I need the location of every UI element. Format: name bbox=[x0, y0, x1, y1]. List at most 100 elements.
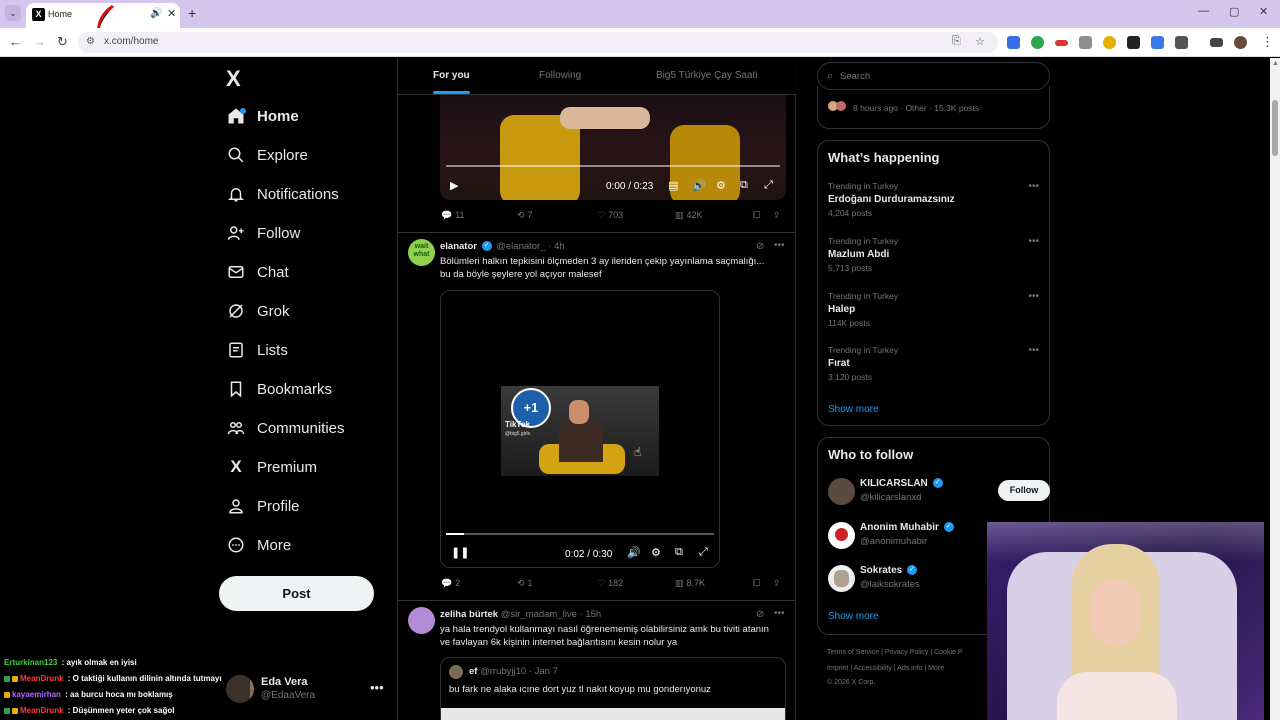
tab-search-icon[interactable]: ⌄ bbox=[5, 5, 21, 21]
tweet-author-name[interactable]: elanator bbox=[440, 241, 477, 252]
footer-links[interactable]: Imprint | Accessibility | Ads info | Mor… bbox=[827, 665, 1007, 672]
extension-icon[interactable] bbox=[1103, 36, 1116, 49]
translate-extension-icon[interactable] bbox=[1007, 36, 1020, 49]
footer-links[interactable]: Terms of Service | Privacy Policy | Cook… bbox=[827, 649, 1007, 656]
reply-button[interactable]: 💬 11 bbox=[441, 210, 465, 221]
settings-icon[interactable]: ⚙ bbox=[651, 546, 661, 559]
extension-icon[interactable] bbox=[1055, 40, 1068, 46]
nav-chat[interactable]: Chat bbox=[226, 258, 289, 286]
grok-icon[interactable]: ⊘ bbox=[756, 241, 764, 252]
media-control-icon[interactable] bbox=[1210, 38, 1223, 47]
pip-icon[interactable]: ⧉ bbox=[740, 179, 748, 192]
repost-button[interactable]: ⟲ 1 bbox=[517, 578, 533, 589]
like-button[interactable]: ♡ 182 bbox=[597, 578, 623, 589]
tweet-author-name[interactable]: zeliha bürtek bbox=[440, 609, 498, 620]
trending-card[interactable]: 8 hours ago · Other · 15.3K posts bbox=[817, 86, 1050, 129]
extension-icon[interactable] bbox=[1127, 36, 1140, 49]
more-options-icon[interactable]: ••• bbox=[1028, 291, 1039, 302]
search-input[interactable]: ⌕ Search bbox=[817, 62, 1050, 90]
share-icon[interactable]: ⇪ bbox=[773, 210, 781, 221]
follow-suggestion[interactable]: KILICARSLAN ✓ @kilicarslanxd Follow bbox=[828, 476, 1050, 508]
window-minimize-button[interactable]: — bbox=[1198, 5, 1209, 17]
address-bar[interactable]: ⚙ x.com/home ⎘ ☆ bbox=[78, 32, 998, 53]
play-icon[interactable]: ▶ bbox=[450, 179, 458, 192]
nav-more[interactable]: More bbox=[226, 531, 291, 559]
trend-item[interactable]: Trending in Turkey Fırat 3,120 posts ••• bbox=[828, 345, 1043, 382]
show-more-link[interactable]: Show more bbox=[828, 611, 879, 622]
more-options-icon[interactable]: ••• bbox=[1028, 345, 1039, 356]
nav-grok[interactable]: Grok bbox=[226, 297, 290, 325]
nav-bookmarks[interactable]: Bookmarks bbox=[226, 375, 332, 403]
extensions-puzzle-icon[interactable] bbox=[1175, 36, 1188, 49]
window-maximize-button[interactable]: ▢ bbox=[1229, 5, 1239, 18]
views-button[interactable]: ▥ 42K bbox=[675, 210, 703, 221]
pause-icon[interactable]: ❚❚ bbox=[451, 546, 469, 559]
back-arrow-icon[interactable]: ← bbox=[9, 34, 22, 49]
volume-icon[interactable]: 🔊 bbox=[627, 546, 641, 559]
settings-icon[interactable]: ⚙ bbox=[716, 179, 726, 192]
scrollbar-thumb[interactable] bbox=[1272, 100, 1278, 156]
browser-tab-home[interactable]: X Home 🔊 ✕ bbox=[26, 3, 180, 34]
x-logo-icon[interactable]: X bbox=[226, 66, 241, 92]
tab-close-icon[interactable]: ✕ bbox=[167, 7, 176, 20]
bookmark-star-icon[interactable]: ☆ bbox=[975, 35, 985, 48]
tab-audio-icon[interactable]: 🔊 bbox=[150, 8, 162, 19]
account-name[interactable]: Eda Vera bbox=[261, 676, 307, 688]
reload-icon[interactable]: ↻ bbox=[57, 34, 68, 50]
nav-home[interactable]: Home bbox=[226, 102, 299, 130]
volume-icon[interactable]: 🔊 bbox=[692, 179, 706, 192]
captions-icon[interactable]: ▤ bbox=[668, 179, 678, 192]
like-button[interactable]: ♡ 703 bbox=[597, 210, 623, 221]
grok-icon[interactable]: ⊘ bbox=[756, 609, 764, 620]
nav-communities[interactable]: Communities bbox=[226, 414, 345, 442]
video-player[interactable]: +1 TikTok @big5.girls ☝ ❚❚ 0:02 / 0:30 🔊… bbox=[440, 290, 720, 568]
browser-menu-icon[interactable]: ⋮ bbox=[1261, 34, 1274, 50]
fullscreen-icon[interactable]: ⤢ bbox=[699, 546, 708, 559]
share-icon[interactable]: ⇪ bbox=[773, 578, 781, 589]
trend-item[interactable]: Trending in Turkey Mazlum Abdi 5,713 pos… bbox=[828, 236, 1043, 273]
bookmark-icon[interactable]: ⧠ bbox=[753, 210, 760, 221]
repost-button[interactable]: ⟲ 7 bbox=[517, 210, 533, 221]
page-scrollbar[interactable]: ▲ bbox=[1270, 58, 1280, 720]
more-options-icon[interactable]: ••• bbox=[1028, 181, 1039, 192]
show-more-link[interactable]: Show more bbox=[828, 404, 879, 415]
avatar[interactable]: wait what bbox=[408, 239, 435, 266]
tab-big5[interactable]: Big5 Türkiye Çay Saati bbox=[656, 70, 758, 81]
fullscreen-icon[interactable]: ⤢ bbox=[764, 179, 773, 192]
nav-profile[interactable]: Profile bbox=[226, 492, 300, 520]
trend-item[interactable]: Trending in Turkey Erdoğanı Durduramazsı… bbox=[828, 181, 1043, 218]
nav-premium[interactable]: X Premium bbox=[226, 453, 317, 481]
trend-item[interactable]: Trending in Turkey Halep 114K posts ••• bbox=[828, 291, 1043, 328]
extension-icon[interactable] bbox=[1079, 36, 1092, 49]
forward-arrow-icon[interactable]: → bbox=[33, 34, 46, 49]
window-close-button[interactable]: ✕ bbox=[1259, 5, 1268, 18]
pip-icon[interactable]: ⧉ bbox=[675, 546, 683, 559]
extension-icon[interactable] bbox=[1151, 36, 1164, 49]
bookmark-icon[interactable]: ⧠ bbox=[753, 578, 760, 589]
views-button[interactable]: ▥ 8.7K bbox=[675, 578, 705, 589]
new-tab-button[interactable]: + bbox=[188, 5, 196, 21]
tab-following[interactable]: Following bbox=[539, 70, 581, 81]
more-options-icon[interactable]: ••• bbox=[774, 608, 785, 619]
post-button[interactable]: Post bbox=[219, 576, 374, 611]
nav-notifications[interactable]: Notifications bbox=[226, 180, 339, 208]
follow-button[interactable]: Follow bbox=[998, 480, 1050, 501]
install-app-icon[interactable]: ⎘ bbox=[952, 35, 961, 48]
video-progress-bar[interactable] bbox=[446, 165, 780, 167]
shield-extension-icon[interactable] bbox=[1031, 36, 1044, 49]
nav-lists[interactable]: Lists bbox=[226, 336, 288, 364]
nav-follow[interactable]: Follow bbox=[226, 219, 300, 247]
site-info-icon[interactable]: ⚙ bbox=[86, 36, 95, 47]
profile-avatar-icon[interactable] bbox=[1234, 36, 1247, 49]
account-more-icon[interactable]: ••• bbox=[370, 680, 384, 695]
tab-for-you[interactable]: For you bbox=[433, 70, 470, 81]
more-options-icon[interactable]: ••• bbox=[1028, 236, 1039, 247]
scroll-up-icon[interactable]: ▲ bbox=[1272, 60, 1279, 67]
more-options-icon[interactable]: ••• bbox=[774, 240, 785, 251]
video-player[interactable]: ▶ 0:00 / 0:23 ▤ 🔊 ⚙ ⧉ ⤢ bbox=[440, 95, 786, 200]
reply-button[interactable]: 💬 2 bbox=[441, 578, 460, 589]
video-progress-bar[interactable] bbox=[446, 533, 714, 535]
nav-explore[interactable]: Explore bbox=[226, 141, 308, 169]
quoted-tweet[interactable]: ef @rrubyjj10 · Jan 7 bu fark ne alaka ı… bbox=[440, 657, 786, 720]
avatar[interactable] bbox=[408, 607, 435, 634]
